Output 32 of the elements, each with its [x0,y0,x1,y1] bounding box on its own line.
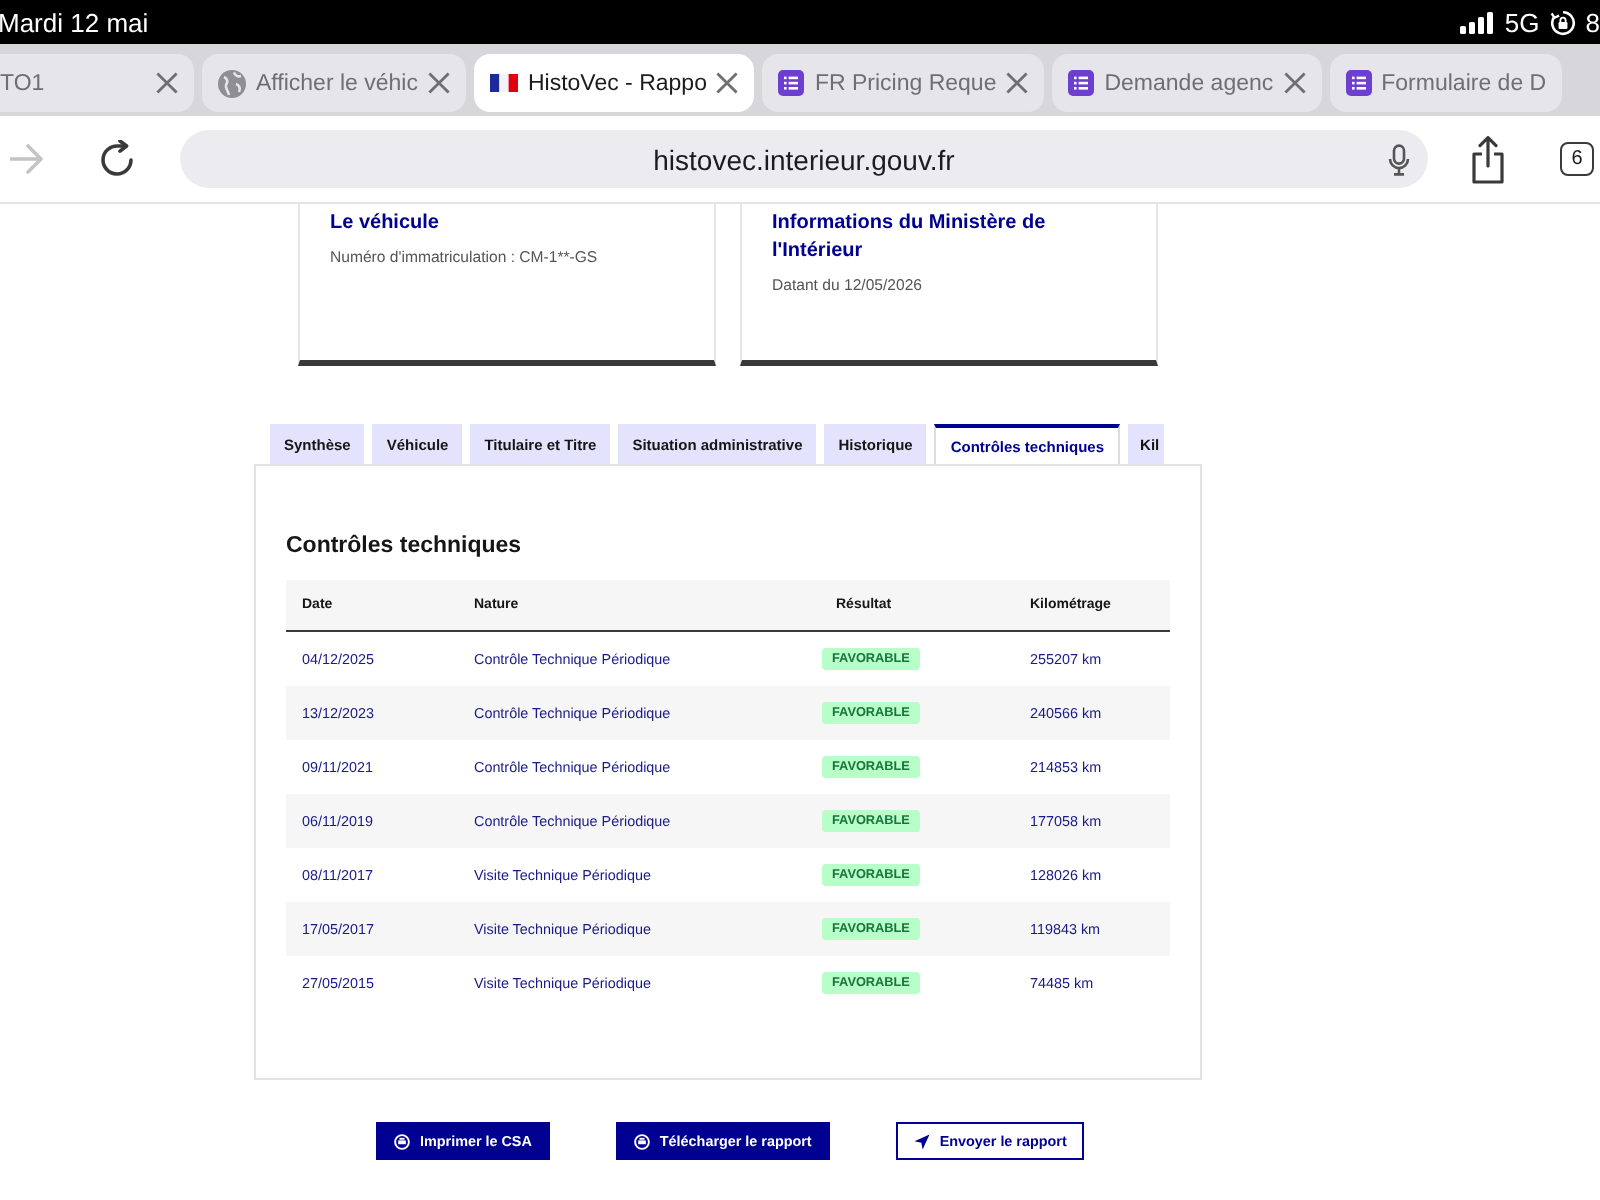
close-icon[interactable] [1006,72,1029,94]
network-label: 5G [1504,7,1540,37]
address-field[interactable]: histovec.interieur.gouv.fr [180,130,1428,188]
printer-icon [633,1133,650,1149]
browser-tab[interactable]: TO1 [0,54,194,112]
browser-tab[interactable]: Formulaire de D [1329,54,1563,112]
rotation-lock-icon [1549,9,1576,35]
section-title: Contrôles techniques [286,532,524,560]
close-icon[interactable] [716,72,739,94]
browser-tab[interactable]: FR Pricing Reque [762,54,1045,112]
send-icon [913,1133,930,1149]
tab-count-button[interactable]: 6 [1560,142,1594,176]
signal-icon [1460,11,1495,33]
browser-tab[interactable]: Afficher le véhic [202,54,466,112]
printer-icon [394,1133,410,1149]
form-icon [1345,70,1372,96]
flag-icon [489,74,518,92]
card-title: Le véhicule [330,210,441,238]
share-icon[interactable] [1470,135,1506,183]
card-title: Informations du Ministère de l'Intérieur [772,210,1048,266]
form-icon [1068,70,1095,96]
browser-tab[interactable]: HistoVec - Rappo [473,54,755,112]
form-icon [778,70,805,96]
browser-tab[interactable]: Demande agenc [1052,54,1322,112]
reload-icon[interactable] [100,140,136,178]
close-icon[interactable] [427,72,450,94]
close-icon[interactable] [156,72,178,94]
status-date: Mardi 12 mai [0,7,149,37]
close-icon[interactable] [1283,72,1306,94]
globe-icon [218,69,246,97]
battery-percentage: 8 [1585,7,1600,37]
microphone-icon[interactable] [1388,143,1410,175]
